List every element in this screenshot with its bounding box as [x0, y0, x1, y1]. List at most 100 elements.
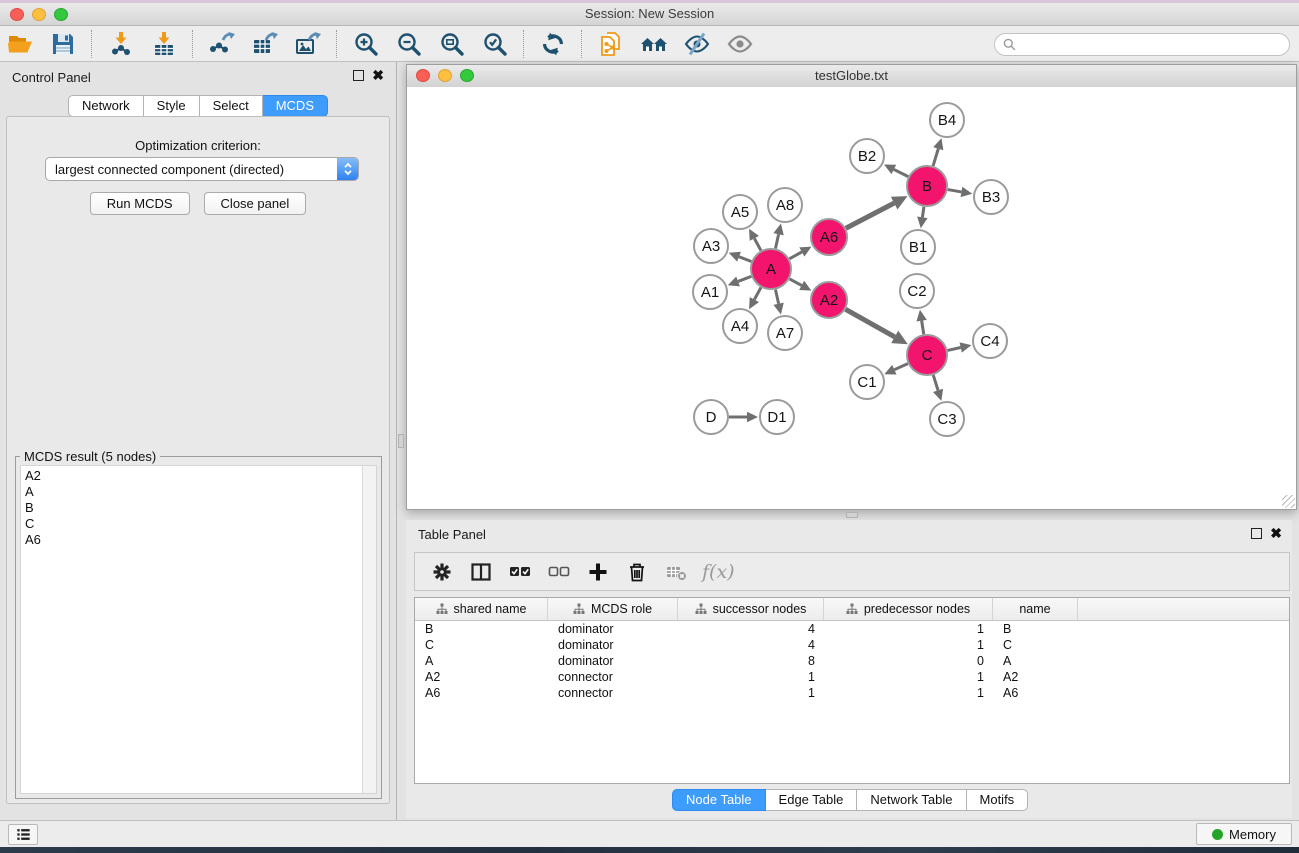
graph-edge-A6-B[interactable] — [846, 196, 908, 228]
delete-column-icon[interactable] — [622, 557, 652, 587]
mcds-result-item[interactable]: A — [21, 484, 362, 500]
show-all-icon[interactable] — [722, 29, 758, 59]
table-cell[interactable]: 8 — [678, 653, 824, 669]
table-cell[interactable]: B — [993, 621, 1078, 637]
tab-node-table[interactable]: Node Table — [672, 789, 766, 811]
tab-network-table[interactable]: Network Table — [857, 789, 966, 811]
graph-node-B2[interactable]: B2 — [850, 139, 884, 173]
export-network-icon[interactable] — [204, 29, 240, 59]
split-panel-icon[interactable] — [466, 557, 496, 587]
graph-edge-B-B2[interactable] — [884, 164, 908, 176]
graph-node-B3[interactable]: B3 — [974, 180, 1008, 214]
memory-button[interactable]: Memory — [1196, 823, 1292, 845]
graph-edge-A-A2[interactable] — [790, 279, 812, 291]
table-cell[interactable]: 0 — [824, 653, 993, 669]
graph-node-C4[interactable]: C4 — [973, 324, 1007, 358]
graph-node-A4[interactable]: A4 — [723, 309, 757, 343]
home-network-icon[interactable] — [636, 29, 672, 59]
table-cell[interactable]: 1 — [824, 685, 993, 701]
refresh-layout-icon[interactable] — [535, 29, 571, 59]
export-image-icon[interactable] — [290, 29, 326, 59]
graph-node-C1[interactable]: C1 — [850, 365, 884, 399]
table-row[interactable]: Bdominator41B — [415, 621, 1289, 637]
tab-network[interactable]: Network — [68, 95, 144, 117]
graph-edge-A-A1[interactable] — [728, 276, 752, 286]
graph-node-C[interactable]: C — [907, 335, 947, 375]
graph-node-C2[interactable]: C2 — [900, 274, 934, 308]
close-panel-button[interactable]: Close panel — [204, 192, 307, 215]
graph-node-D1[interactable]: D1 — [760, 400, 794, 434]
search-box[interactable] — [994, 33, 1290, 56]
table-cell[interactable]: 1 — [678, 685, 824, 701]
save-session-icon[interactable] — [45, 29, 81, 59]
table-cell[interactable]: dominator — [548, 637, 678, 653]
graph-node-D[interactable]: D — [694, 400, 728, 434]
graph-edge-C-C4[interactable] — [947, 342, 971, 352]
column-header-mcds-role[interactable]: MCDS role — [548, 598, 678, 620]
table-cell[interactable]: 1 — [824, 621, 993, 637]
graph-edge-B-B1[interactable] — [917, 207, 927, 228]
graph-node-B4[interactable]: B4 — [930, 103, 964, 137]
tab-mcds[interactable]: MCDS — [263, 95, 328, 117]
table-cell[interactable]: A6 — [415, 685, 548, 701]
network-canvas[interactable]: B4B2BB3A5A8A6A3B1AA1C2A2A4A7C4CC1C3DD1 — [407, 87, 1296, 509]
open-session-icon[interactable] — [2, 29, 38, 59]
table-cell[interactable]: 1 — [824, 637, 993, 653]
graph-node-A7[interactable]: A7 — [768, 316, 802, 350]
table-cell[interactable]: A — [415, 653, 548, 669]
table-cell[interactable]: A — [993, 653, 1078, 669]
mcds-result-item[interactable]: B — [21, 500, 362, 516]
table-cell[interactable]: B — [415, 621, 548, 637]
zoom-in-icon[interactable] — [348, 29, 384, 59]
table-row[interactable]: A6connector11A6 — [415, 685, 1289, 701]
close-panel-icon[interactable]: ✖ — [372, 69, 384, 81]
window-resize-grip[interactable] — [1282, 495, 1295, 508]
search-input[interactable] — [1021, 36, 1281, 53]
import-table-icon[interactable] — [146, 29, 182, 59]
table-cell[interactable]: C — [993, 637, 1078, 653]
table-cell[interactable]: 1 — [824, 669, 993, 685]
graph-edge-D-D1[interactable] — [729, 412, 758, 423]
graph-edge-A-A3[interactable] — [729, 252, 752, 262]
float-table-panel-icon[interactable] — [1251, 528, 1262, 539]
graph-node-B1[interactable]: B1 — [901, 230, 935, 264]
table-cell[interactable]: connector — [548, 685, 678, 701]
table-cell[interactable]: connector — [548, 669, 678, 685]
graph-node-A[interactable]: A — [751, 249, 791, 289]
graph-edge-A2-C[interactable] — [846, 309, 908, 344]
table-cell[interactable]: dominator — [548, 621, 678, 637]
table-cell[interactable]: A2 — [993, 669, 1078, 685]
table-cell[interactable]: 4 — [678, 621, 824, 637]
table-cell[interactable]: A6 — [993, 685, 1078, 701]
splitter-grip-horizontal[interactable] — [846, 512, 858, 518]
table-row[interactable]: Cdominator41C — [415, 637, 1289, 653]
deselect-all-icon[interactable] — [544, 557, 574, 587]
graph-node-B[interactable]: B — [907, 166, 947, 206]
graph-node-A2[interactable]: A2 — [811, 282, 847, 318]
graph-node-A1[interactable]: A1 — [693, 275, 727, 309]
tab-motifs[interactable]: Motifs — [967, 789, 1029, 811]
table-cell[interactable]: dominator — [548, 653, 678, 669]
add-column-icon[interactable] — [583, 557, 613, 587]
zoom-fit-icon[interactable] — [434, 29, 470, 59]
column-header-successor-nodes[interactable]: successor nodes — [678, 598, 824, 620]
table-row[interactable]: A2connector11A2 — [415, 669, 1289, 685]
table-cell[interactable]: C — [415, 637, 548, 653]
graph-edge-B-B3[interactable] — [948, 187, 973, 197]
column-header-shared-name[interactable]: shared name — [415, 598, 548, 620]
graph-node-A5[interactable]: A5 — [723, 195, 757, 229]
graph-edge-C-C1[interactable] — [884, 364, 908, 375]
graph-edge-A-A8[interactable] — [773, 224, 783, 249]
task-history-button[interactable] — [8, 824, 38, 845]
import-network-icon[interactable] — [103, 29, 139, 59]
select-all-icon[interactable] — [505, 557, 535, 587]
export-table-icon[interactable] — [247, 29, 283, 59]
gear-icon[interactable] — [427, 557, 457, 587]
optimization-criterion-dropdown[interactable]: largest connected component (directed) — [45, 157, 359, 181]
graph-edge-B-B4[interactable] — [933, 138, 943, 166]
table-cell[interactable]: 4 — [678, 637, 824, 653]
graph-node-A8[interactable]: A8 — [768, 188, 802, 222]
graph-edge-C-C2[interactable] — [916, 310, 926, 334]
graph-edge-A-A5[interactable] — [749, 229, 761, 251]
tab-select[interactable]: Select — [200, 95, 263, 117]
